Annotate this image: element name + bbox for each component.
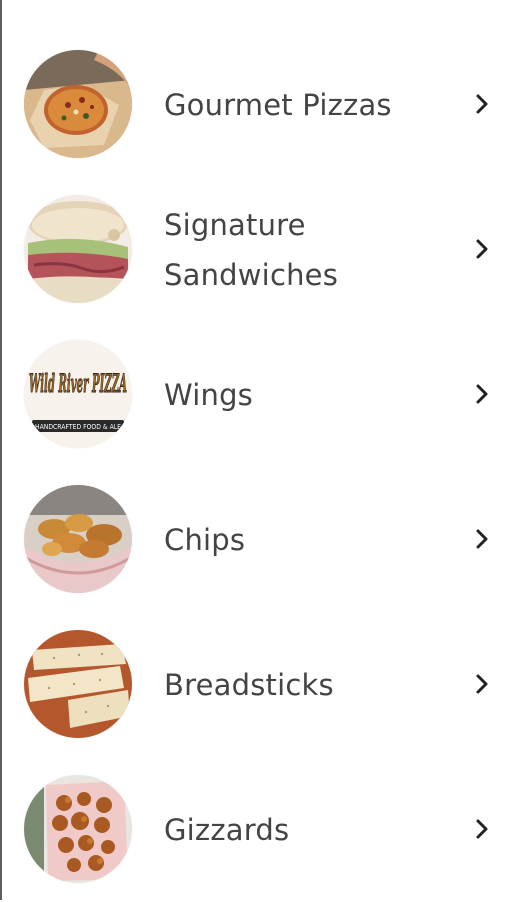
chevron-right-icon [472, 382, 492, 406]
chevron-right-icon [472, 92, 492, 116]
menu-item-label: Gizzards [164, 813, 290, 847]
menu-item-label: Chips [164, 523, 246, 557]
menu-item-signature-sandwiches[interactable]: Signature Sandwiches [2, 177, 507, 322]
wild-river-pizza-logo: Wild River PIZZA HANDCRAFTED FOOD & ALE [24, 340, 132, 448]
chevron-right-icon [472, 237, 492, 261]
menu-item-wings[interactable]: Wild River PIZZA HANDCRAFTED FOOD & ALE … [2, 322, 507, 467]
menu-item-chips[interactable]: Chips [2, 467, 507, 612]
sandwich-thumbnail [24, 195, 132, 303]
breadsticks-thumbnail [24, 630, 132, 738]
menu-item-gourmet-pizzas[interactable]: Gourmet Pizzas [2, 32, 507, 177]
chevron-right-icon [472, 527, 492, 551]
svg-text:HANDCRAFTED FOOD & ALE: HANDCRAFTED FOOD & ALE [35, 423, 121, 431]
chips-thumbnail [24, 485, 132, 593]
chevron-right-icon [472, 672, 492, 696]
gizzards-thumbnail [24, 775, 132, 883]
pizza-thumbnail [24, 50, 132, 158]
chevron-right-icon [472, 817, 492, 841]
menu-item-label: Gourmet Pizzas [164, 88, 392, 122]
menu-item-label: Wings [164, 378, 253, 412]
menu-item-label: Breadsticks [164, 668, 334, 702]
menu-category-list: Gourmet Pizzas Signature Sandwiches Wild… [0, 0, 507, 900]
menu-item-breadsticks[interactable]: Breadsticks [2, 612, 507, 757]
menu-item-label: Signature Sandwiches [164, 208, 339, 292]
svg-text:Wild River PIZZA: Wild River PIZZA [29, 369, 127, 398]
menu-item-gizzards[interactable]: Gizzards [2, 757, 507, 902]
